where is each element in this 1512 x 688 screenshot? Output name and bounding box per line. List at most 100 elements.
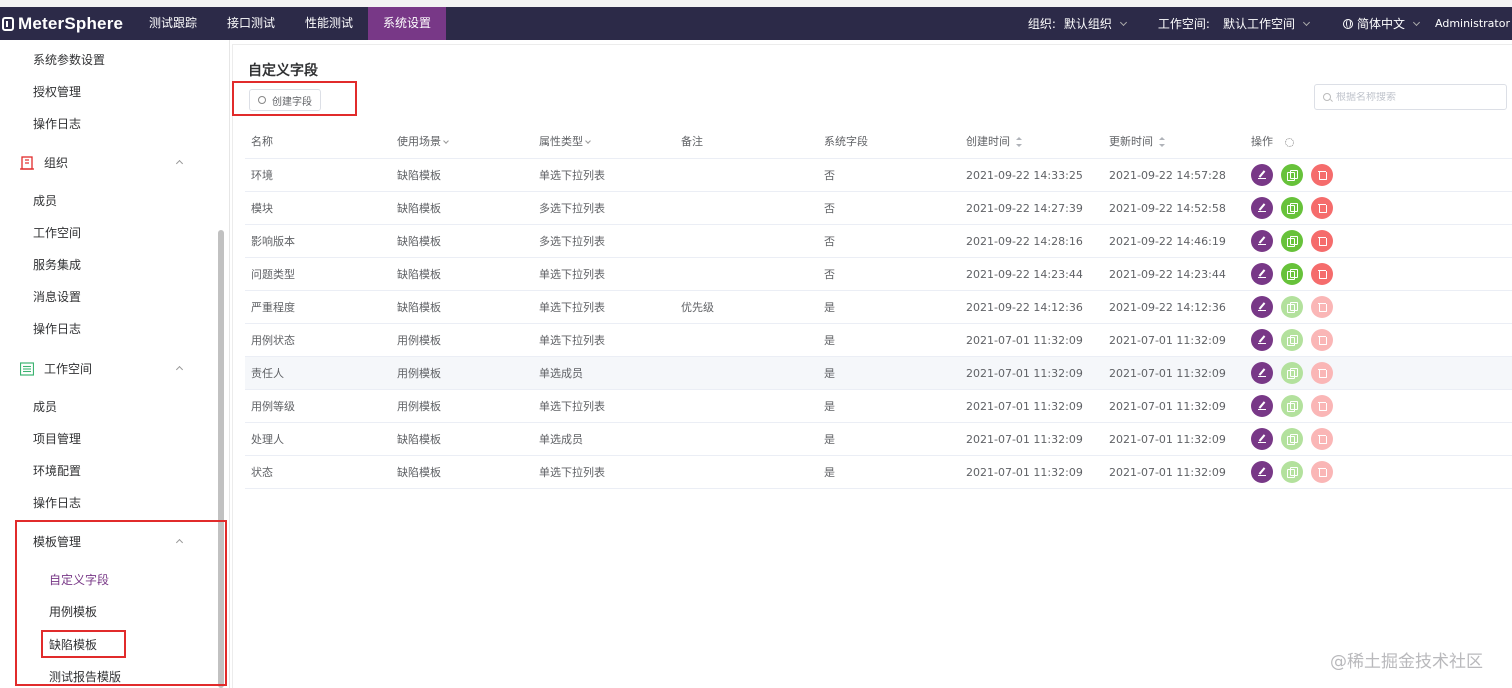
sidebar-item-report-template[interactable]: 测试报告模版: [49, 667, 121, 687]
create-field-button[interactable]: 创建字段: [249, 89, 321, 111]
gear-icon[interactable]: [1285, 137, 1294, 147]
cell-name: 用例状态: [251, 334, 295, 347]
table-row[interactable]: 状态 缺陷模板 单选下拉列表 是 2021-07-01 11:32:09 2021-07-…: [245, 456, 1512, 489]
chevron-up-icon: [175, 538, 184, 547]
sidebar-item-service-integration[interactable]: 服务集成: [33, 255, 81, 275]
sort-icon[interactable]: [1016, 137, 1022, 147]
main-nav: 测试跟踪 接口测试 性能测试 系统设置: [134, 7, 447, 40]
cell-type: 单选下拉列表: [539, 169, 605, 182]
sidebar-item-ws-log[interactable]: 操作日志: [33, 493, 81, 513]
edit-button[interactable]: [1251, 395, 1273, 417]
search-box[interactable]: [1314, 84, 1507, 110]
table-row[interactable]: 责任人 用例模板 单选成员 是 2021-07-01 11:32:09 2021-07-0…: [245, 357, 1512, 390]
edit-button[interactable]: [1251, 263, 1273, 285]
sort-icon[interactable]: [1159, 137, 1165, 147]
copy-button[interactable]: [1281, 263, 1303, 285]
col-scene[interactable]: 使用场景: [397, 126, 449, 159]
table-body: 环境 缺陷模板 单选下拉列表否 2021-09-22 14:33:25 2021-09-…: [245, 159, 1512, 489]
sidebar-item-message-settings[interactable]: 消息设置: [33, 287, 81, 307]
workspace-select[interactable]: 默认工作空间: [1223, 15, 1311, 32]
edit-button[interactable]: [1251, 197, 1273, 219]
search-input[interactable]: [1336, 91, 1486, 103]
col-created[interactable]: 创建时间: [966, 126, 1022, 159]
sidebar-item-license[interactable]: 授权管理: [33, 82, 81, 102]
sidebar-item-ws-members[interactable]: 成员: [33, 397, 57, 417]
delete-button[interactable]: [1311, 461, 1333, 483]
delete-button[interactable]: [1311, 296, 1333, 318]
sidebar-group-workspace[interactable]: 工作空间: [0, 359, 205, 379]
sidebar-item-environment-config[interactable]: 环境配置: [33, 461, 81, 481]
nav-test-track[interactable]: 测试跟踪: [134, 7, 212, 40]
sidebar-item-system-params[interactable]: 系统参数设置: [33, 50, 105, 70]
plus-circle-icon: [258, 96, 266, 104]
sidebar-item-org-log[interactable]: 操作日志: [33, 319, 81, 339]
table-row[interactable]: 问题类型 缺陷模板 单选下拉列表 否 2021-09-22 14:23:44 2021-0…: [245, 258, 1512, 291]
cell-type: 单选下拉列表: [539, 400, 605, 413]
cell-scene: 用例模板: [397, 334, 441, 347]
cell-created: 2021-07-01 11:32:09: [966, 334, 1083, 347]
delete-button[interactable]: [1311, 329, 1333, 351]
row-actions: [1251, 395, 1341, 417]
copy-button[interactable]: [1281, 428, 1303, 450]
delete-button[interactable]: [1311, 230, 1333, 252]
copy-button[interactable]: [1281, 329, 1303, 351]
edit-button[interactable]: [1251, 164, 1273, 186]
cell-name: 状态: [251, 466, 273, 479]
table-row[interactable]: 用例状态 用例模板 单选下拉列表 是 2021-07-01 11:32:09 2021-0…: [245, 324, 1512, 357]
delete-button[interactable]: [1311, 164, 1333, 186]
nav-performance-test[interactable]: 性能测试: [290, 7, 368, 40]
copy-button[interactable]: [1281, 197, 1303, 219]
col-updated[interactable]: 更新时间: [1109, 126, 1165, 159]
delete-button[interactable]: [1311, 197, 1333, 219]
delete-button[interactable]: [1311, 362, 1333, 384]
copy-button[interactable]: [1281, 395, 1303, 417]
sidebar-group-org[interactable]: 组织: [0, 153, 205, 173]
copy-button[interactable]: [1281, 461, 1303, 483]
edit-button[interactable]: [1251, 296, 1273, 318]
copy-icon: [1287, 335, 1298, 346]
logo[interactable]: MeterSphere: [2, 14, 123, 34]
copy-button[interactable]: [1281, 362, 1303, 384]
table-row[interactable]: 模块 缺陷模板 多选下拉列表 否 2021-09-22 14:27:39 2021-09-…: [245, 192, 1512, 225]
sidebar-item-issue-template[interactable]: 缺陷模板: [49, 635, 97, 655]
cell-type: 多选下拉列表: [539, 202, 605, 215]
col-remark: 备注: [681, 135, 703, 148]
sidebar-item-project-management[interactable]: 项目管理: [33, 429, 81, 449]
cell-created: 2021-07-01 11:32:09: [966, 466, 1083, 479]
table-row[interactable]: 环境 缺陷模板 单选下拉列表 否 2021-09-22 14:33:25 2021-09-…: [245, 159, 1512, 192]
sidebar-item-system-log[interactable]: 操作日志: [33, 114, 81, 134]
col-ops: 操作: [1251, 126, 1294, 159]
copy-button[interactable]: [1281, 296, 1303, 318]
sidebar-item-case-template[interactable]: 用例模板: [49, 602, 97, 622]
edit-button[interactable]: [1251, 461, 1273, 483]
nav-api-test[interactable]: 接口测试: [212, 7, 290, 40]
sidebar-item-custom-field[interactable]: 自定义字段: [49, 570, 109, 590]
copy-icon: [1287, 302, 1298, 313]
col-type[interactable]: 属性类型: [539, 126, 591, 159]
nav-system-settings[interactable]: 系统设置: [368, 7, 447, 40]
table-row[interactable]: 严重程度 缺陷模板 单选下拉列表 优先级 是 2021-09-22 14:12:36 202…: [245, 291, 1512, 324]
delete-button[interactable]: [1311, 395, 1333, 417]
language-select[interactable]: 简体中文: [1342, 15, 1421, 32]
delete-button[interactable]: [1311, 428, 1333, 450]
edit-button[interactable]: [1251, 329, 1273, 351]
user-menu[interactable]: Administrator: [1435, 17, 1510, 30]
sidebar-scrollbar[interactable]: [218, 230, 224, 688]
cell-created: 2021-09-22 14:28:16: [966, 235, 1083, 248]
org-select[interactable]: 默认组织: [1064, 15, 1127, 32]
edit-button[interactable]: [1251, 428, 1273, 450]
cell-updated: 2021-07-01 11:32:09: [1109, 367, 1226, 380]
delete-button[interactable]: [1311, 263, 1333, 285]
chevron-up-icon: [175, 159, 184, 168]
sidebar-group-template[interactable]: 模板管理: [0, 532, 205, 552]
table-row[interactable]: 影响版本 缺陷模板 多选下拉列表 否 2021-09-22 14:28:16 2021-0…: [245, 225, 1512, 258]
cell-scene: 用例模板: [397, 367, 441, 380]
edit-button[interactable]: [1251, 362, 1273, 384]
copy-button[interactable]: [1281, 164, 1303, 186]
edit-button[interactable]: [1251, 230, 1273, 252]
sidebar-item-org-workspaces[interactable]: 工作空间: [33, 223, 81, 243]
table-row[interactable]: 用例等级 用例模板 单选下拉列表 是 2021-07-01 11:32:09 2021-0…: [245, 390, 1512, 423]
sidebar-item-org-members[interactable]: 成员: [33, 191, 57, 211]
table-row[interactable]: 处理人 缺陷模板 单选成员 是 2021-07-01 11:32:09 2021-07-0…: [245, 423, 1512, 456]
copy-button[interactable]: [1281, 230, 1303, 252]
